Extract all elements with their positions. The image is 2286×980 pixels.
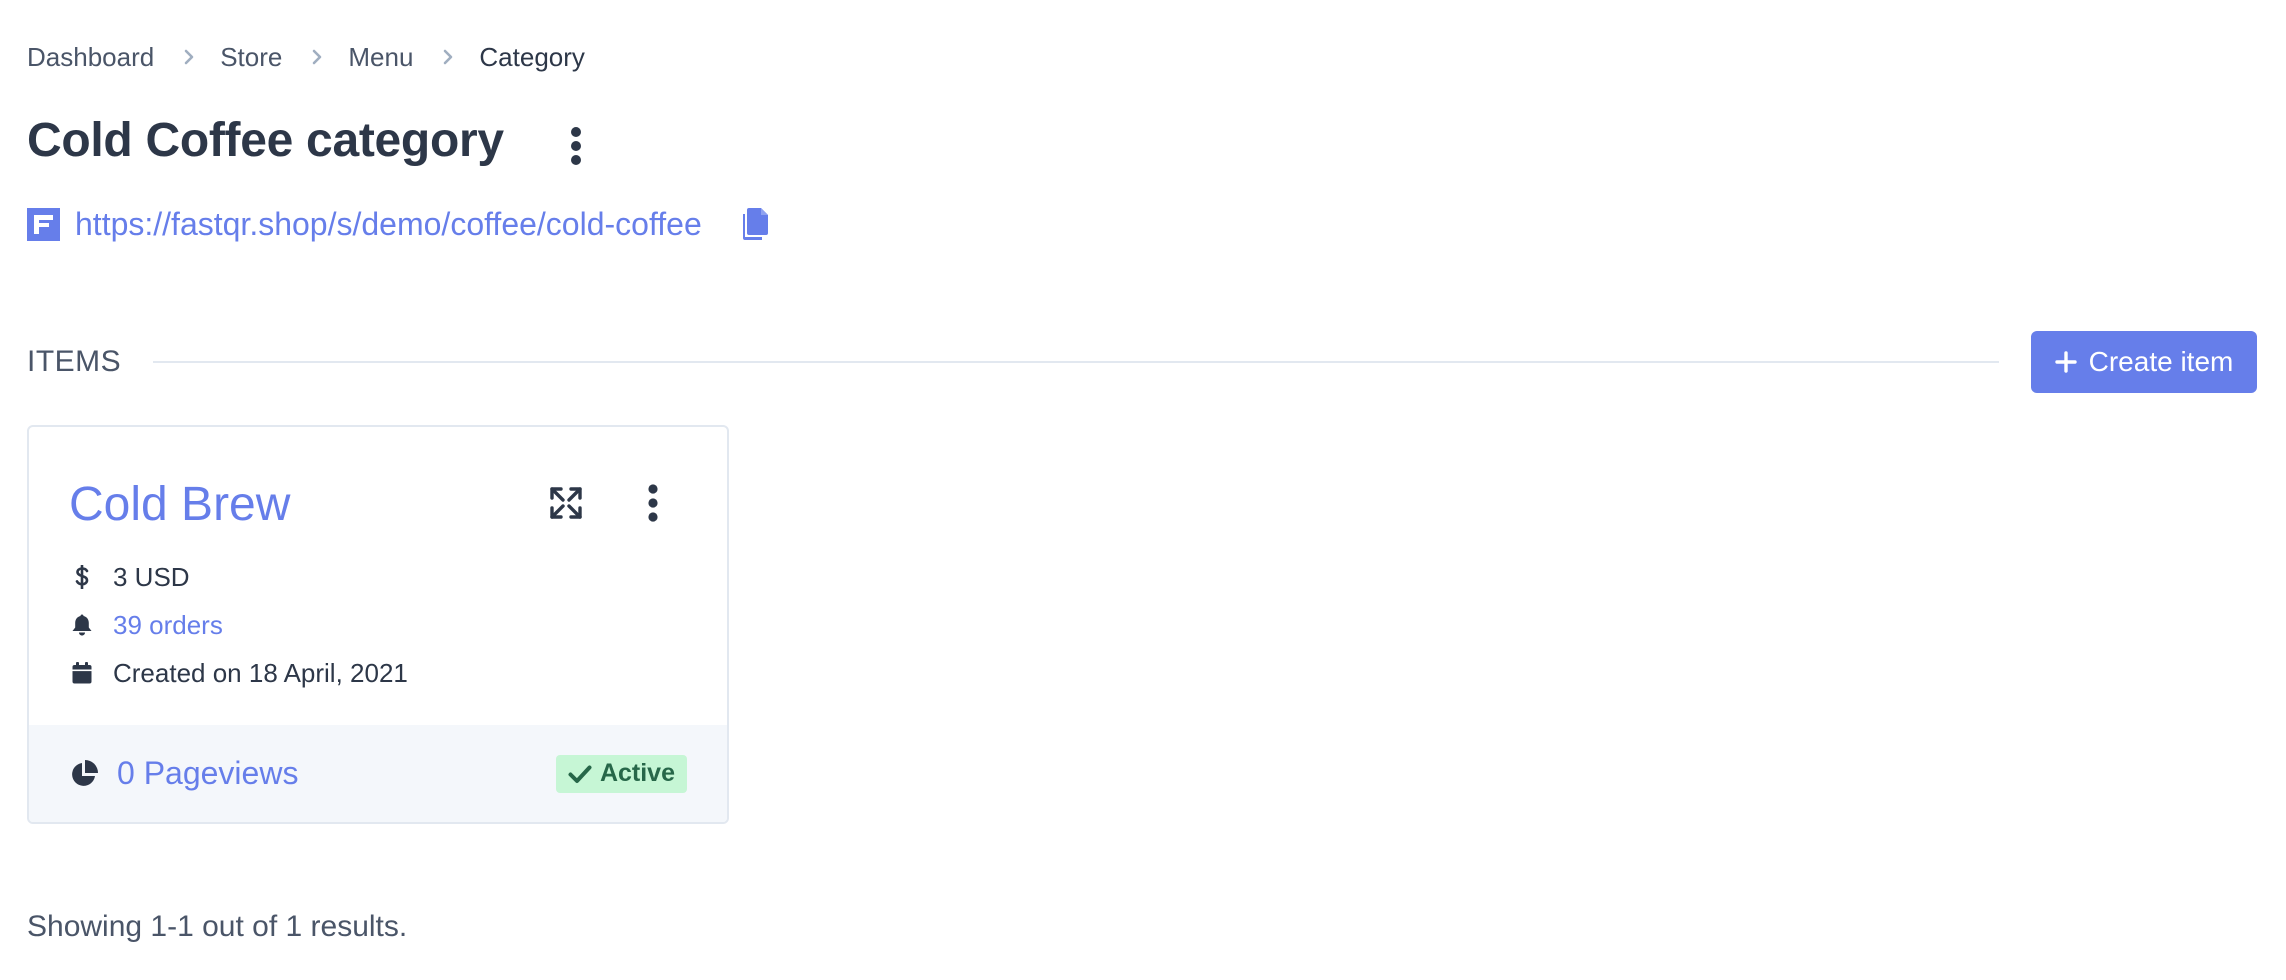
expand-icon[interactable] (549, 486, 583, 520)
create-item-button[interactable]: Create item (2031, 331, 2257, 393)
kebab-menu-icon[interactable] (556, 118, 596, 174)
title-row: Cold Coffee category (27, 108, 596, 172)
dollar-icon (69, 565, 95, 589)
created-row: Created on 18 April, 2021 (69, 649, 687, 697)
chevron-right-icon (310, 49, 324, 65)
page-title: Cold Coffee category (27, 113, 504, 167)
breadcrumb-store[interactable]: Store (220, 42, 282, 73)
breadcrumb-menu[interactable]: Menu (348, 42, 413, 73)
kebab-menu-icon[interactable] (641, 483, 665, 523)
breadcrumb-category: Category (479, 41, 585, 72)
item-title-link[interactable]: Cold Brew (69, 477, 290, 533)
item-card-footer: 0 Pageviews Active (29, 725, 727, 822)
breadcrumb: Dashboard Store Menu Category (27, 40, 585, 74)
items-section-header: ITEMS Create item (27, 330, 2257, 394)
created-date: Created on 18 April, 2021 (113, 657, 408, 688)
create-item-label: Create item (2088, 346, 2234, 377)
item-card: Cold Brew 3 USD 39 orders Created on 18 … (27, 425, 729, 824)
bell-icon (69, 613, 95, 637)
calendar-icon (69, 661, 95, 685)
pageviews-link[interactable]: 0 Pageviews (117, 755, 298, 792)
divider (153, 361, 1999, 363)
price-row: 3 USD (69, 553, 687, 601)
section-title: ITEMS (27, 345, 122, 378)
pie-chart-icon (69, 759, 99, 789)
orders-row: 39 orders (69, 601, 687, 649)
plus-icon (2054, 351, 2077, 373)
status-label: Active (599, 759, 675, 787)
status-badge: Active (555, 754, 687, 793)
store-url-link[interactable]: https://fastqr.shop/s/demo/coffee/cold-c… (75, 206, 702, 243)
copy-icon[interactable] (740, 207, 770, 241)
orders-link[interactable]: 39 orders (113, 610, 223, 641)
check-icon (568, 764, 592, 784)
chevron-right-icon (441, 49, 455, 65)
chevron-right-icon (182, 49, 196, 65)
item-card-body: Cold Brew 3 USD 39 orders Created on 18 … (29, 427, 727, 729)
results-summary: Showing 1-1 out of 1 results. (27, 910, 408, 943)
item-actions (549, 483, 665, 523)
store-url-row: https://fastqr.shop/s/demo/coffee/cold-c… (27, 202, 770, 246)
item-meta: 3 USD 39 orders Created on 18 April, 202… (69, 553, 687, 697)
fastqr-logo (27, 207, 60, 241)
price-value: 3 USD (113, 561, 190, 592)
breadcrumb-dashboard[interactable]: Dashboard (27, 42, 154, 73)
